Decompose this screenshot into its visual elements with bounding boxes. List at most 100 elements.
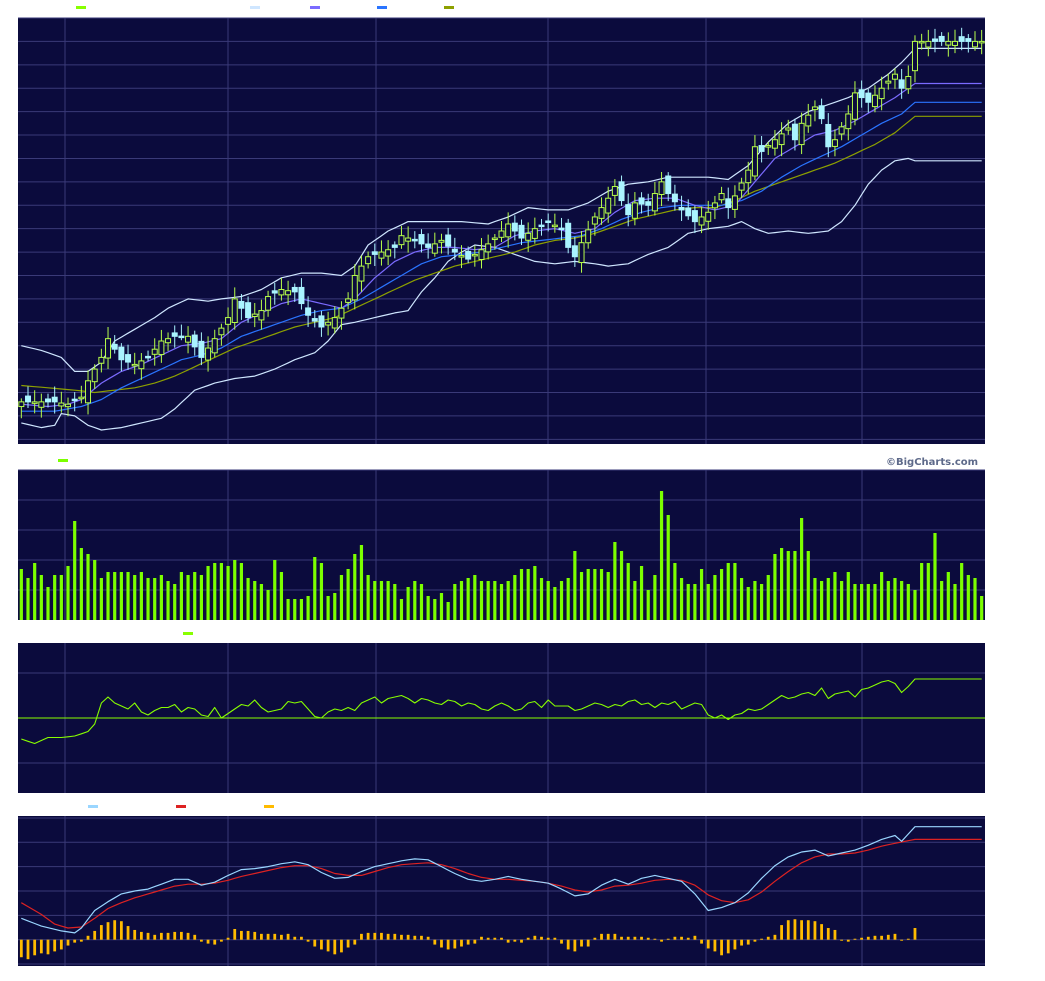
price-tick-label: 8 [994, 435, 1000, 446]
divergence-bar [159, 932, 163, 940]
price-tick-label: 11 [994, 365, 1006, 376]
volume-bar [459, 581, 464, 620]
volume-bar [73, 521, 77, 620]
candle-body [478, 249, 485, 261]
price-tick-label: 10 [994, 389, 1006, 400]
volume-bar [526, 569, 530, 620]
volume-bar [133, 575, 137, 620]
divergence-bar [680, 936, 683, 940]
volume-bar [659, 491, 664, 620]
candle-body [711, 202, 718, 209]
candle-body [298, 286, 305, 305]
volume-bar [266, 590, 270, 620]
divergence-bar [79, 939, 83, 942]
divergence-bar [179, 931, 183, 940]
candle-body [538, 224, 545, 228]
divergence-bar [360, 933, 363, 940]
legend-volume: Volume [18, 457, 54, 468]
volume-bar [646, 590, 650, 620]
divergence-bar [199, 939, 203, 942]
legend-swatch-sma27 [444, 6, 454, 9]
candle-body [591, 216, 598, 225]
divergence-bar [700, 939, 703, 944]
candle-body [618, 181, 625, 202]
candle-body [811, 106, 818, 111]
legend-bollinger: Bollinger Bands(20) [130, 4, 244, 15]
volume-bar [286, 599, 290, 620]
divergence-bar [600, 933, 603, 940]
candle-body [51, 396, 58, 403]
divergence-bar [440, 939, 443, 948]
price-tick-label: 15 [994, 271, 1006, 282]
volume-bar [46, 587, 50, 620]
price-tick-label: 20 [994, 154, 1006, 165]
candle-body [291, 286, 298, 293]
divergence-bar [106, 922, 110, 940]
volume-bar [199, 575, 203, 620]
divergence-bar [500, 937, 503, 940]
legend-macd-ema: MACD EMA(9) [106, 803, 172, 814]
divergence-bar [380, 932, 383, 940]
legend-sma9: SMA(9) [268, 4, 304, 15]
divergence-bar [139, 931, 143, 940]
volume-tick-label: 0 [994, 616, 1000, 627]
divergence-bar [33, 939, 37, 956]
divergence-bar [453, 939, 457, 949]
volume-bar [139, 572, 143, 620]
divergence-bar [900, 939, 904, 941]
divergence-bar [653, 938, 657, 940]
divergence-bar [413, 935, 417, 940]
volume-bar [253, 581, 257, 620]
candle-body [391, 244, 398, 248]
volume-bar [186, 575, 190, 620]
volume-bar [259, 584, 264, 620]
volume-bar [966, 575, 970, 620]
volume-bar [39, 575, 43, 620]
volume-bar [19, 569, 23, 620]
candle-body [558, 227, 565, 231]
volume-bar [553, 587, 557, 620]
candle-body [638, 197, 645, 205]
legend-swatch-sma9 [310, 6, 320, 9]
candle-body [825, 123, 832, 148]
divergence-bar [886, 934, 890, 940]
volume-bar [546, 581, 550, 620]
divergence-bar [720, 939, 723, 956]
macd-tick-label: -0.25 [994, 960, 1024, 971]
volume-bar [179, 572, 183, 620]
candle-body [758, 145, 765, 152]
legend-swatch-macd [88, 805, 98, 808]
candle-body [938, 35, 945, 42]
divergence-bar [620, 936, 623, 940]
candle-body [165, 338, 172, 344]
price-tick-label: 21 [994, 131, 1006, 142]
rsi-tick-label: 100 [994, 639, 1012, 650]
volume-ylabel: Millions [1030, 524, 1041, 572]
price-tick-label: 24 [994, 61, 1006, 72]
candle-body [658, 181, 665, 195]
volume-bar [533, 566, 537, 620]
divergence-bar [480, 936, 483, 940]
volume-bar [106, 572, 110, 620]
candle-body [25, 395, 32, 403]
volume-bar [279, 572, 284, 620]
candle-body [205, 347, 212, 361]
volume-tick-label: 10 [994, 556, 1006, 567]
divergence-bar [166, 932, 170, 940]
divergence-bar [266, 933, 270, 940]
candle-body [198, 340, 205, 358]
divergence-bar [153, 934, 157, 940]
divergence-bar [320, 939, 323, 950]
divergence-bar [913, 928, 917, 940]
volume-bar [793, 551, 797, 620]
divergence-bar [586, 939, 590, 947]
candle-body [571, 245, 578, 258]
candle-body [345, 298, 352, 303]
volume-bar [886, 581, 890, 620]
volume-bar [746, 587, 750, 620]
candle-body [958, 36, 965, 42]
candle-body [71, 398, 78, 402]
divergence-bar [300, 936, 303, 940]
candle-body [118, 346, 125, 361]
candle-body [18, 401, 25, 408]
